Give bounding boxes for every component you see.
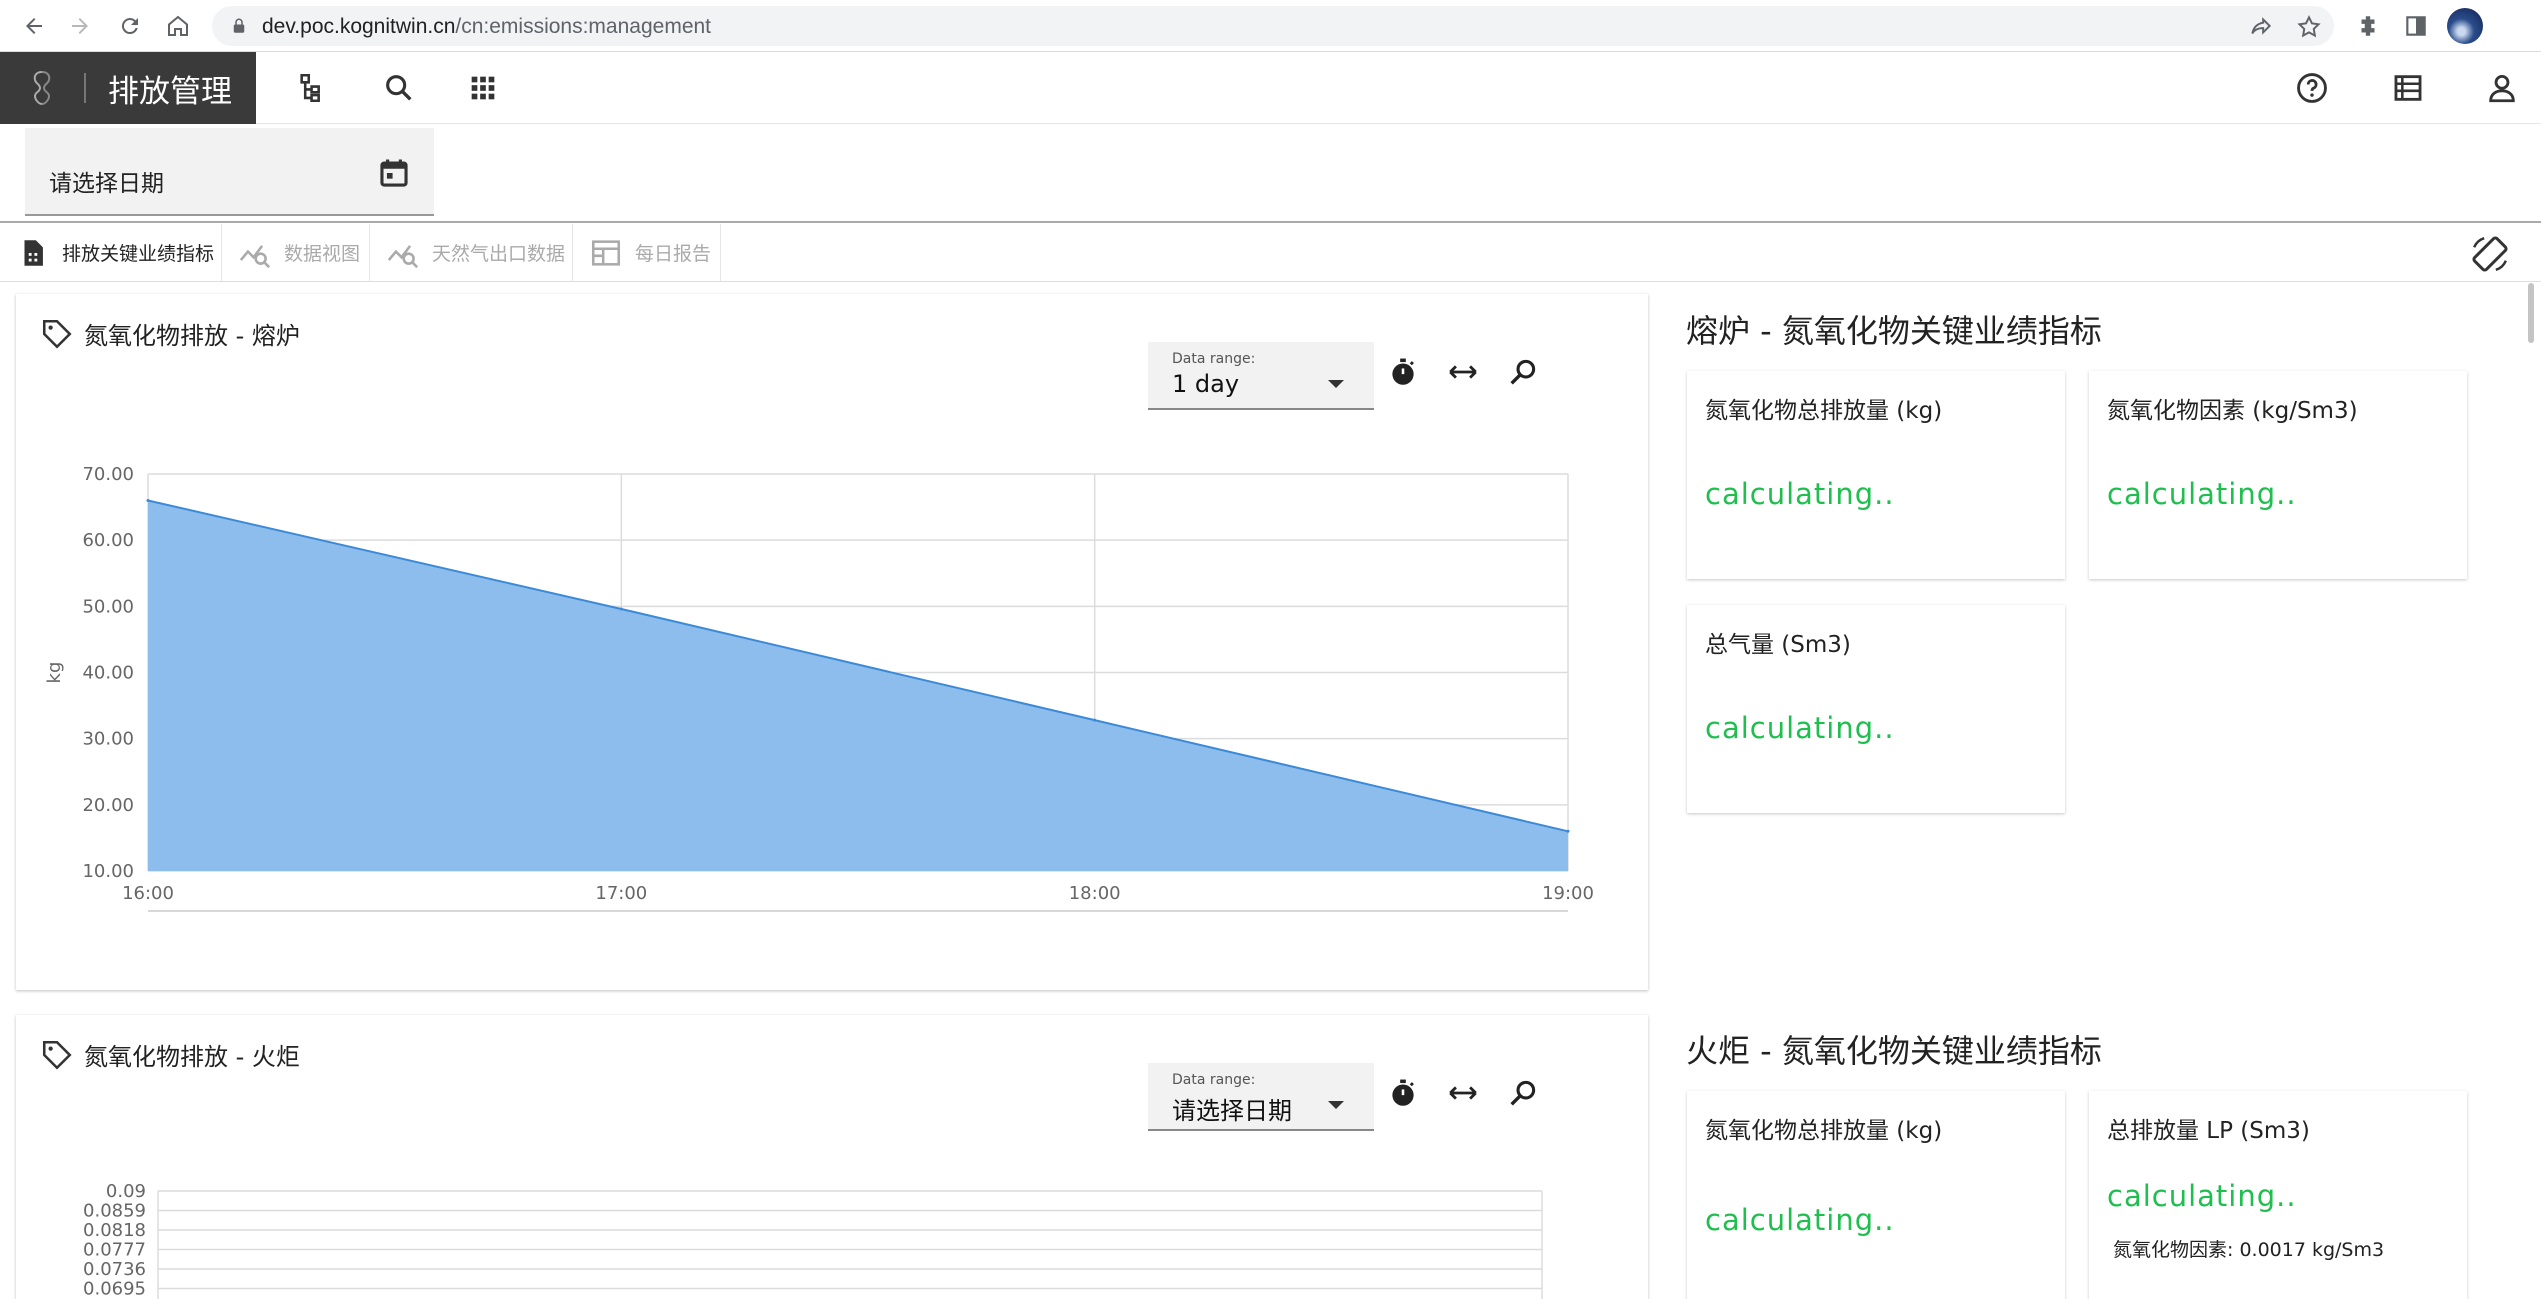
tab-kpi[interactable]: 排放关键业绩指标 xyxy=(0,224,222,281)
list-view-icon[interactable] xyxy=(2389,69,2427,107)
url-text: dev.poc.kognitwin.cn/cn:emissions:manage… xyxy=(262,15,712,38)
help-icon[interactable] xyxy=(2293,69,2331,107)
y-axis-label: kg xyxy=(44,662,65,684)
chart-panel-furnace: 氮氧化物排放 - 熔炉 Data range: 1 day 70.00 60.00… xyxy=(16,294,1648,990)
y-tick-label: 0.0695 xyxy=(83,1279,146,1299)
tab-label: 天然气出口数据 xyxy=(432,243,566,265)
kpi-card: 氮氧化物总排放量 (kg) calculating.. xyxy=(1687,1091,2065,1299)
kpi-heading-furnace: 熔炉 - 氮氧化物关键业绩指标 xyxy=(1686,312,2102,350)
chart-panel-flare: 氮氧化物排放 - 火炬 Data range: 请选择日期 0.09 0.0859… xyxy=(16,1015,1648,1299)
y-tick-label: 0.0777 xyxy=(83,1240,146,1261)
flare-emissions-chart[interactable]: 0.090.08590.08180.07770.07360.0695 xyxy=(16,1015,1648,1299)
kpi-title: 氮氧化物总排放量 (kg) xyxy=(1705,398,1943,424)
hierarchy-icon[interactable] xyxy=(294,69,332,107)
kpi-card: 氮氧化物因素 (kg/Sm3) calculating.. xyxy=(2089,371,2467,579)
y-tick-label: 0.0818 xyxy=(83,1220,146,1241)
tab-label: 排放关键业绩指标 xyxy=(62,243,215,265)
forward-icon[interactable] xyxy=(62,8,98,44)
kpi-heading-flare: 火炬 - 氮氧化物关键业绩指标 xyxy=(1686,1032,2102,1070)
kpi-title: 总气量 (Sm3) xyxy=(1705,632,1851,658)
bookmark-star-icon[interactable] xyxy=(2296,14,2322,40)
kpi-value: calculating.. xyxy=(1705,477,1895,511)
y-tick-label: 0.0859 xyxy=(83,1201,146,1222)
y-tick-label: 20.00 xyxy=(82,795,134,816)
data-point xyxy=(1566,829,1570,833)
kpi-value: calculating.. xyxy=(2107,477,2297,511)
kpi-value: calculating.. xyxy=(1705,1203,1895,1237)
app-title: 排放管理 xyxy=(108,73,232,110)
app-header: 排放管理 xyxy=(0,52,2541,124)
lock-icon xyxy=(233,18,245,33)
furnace-emissions-chart[interactable]: 70.00 60.00 50.00 40.00 30.00 20.00 10.0016:00… xyxy=(16,294,1648,990)
search-icon[interactable] xyxy=(380,69,418,107)
date-placeholder: 请选择日期 xyxy=(49,171,164,197)
view-tabs: 排放关键业绩指标 数据视图 天然气出口数据 每日报告 xyxy=(0,224,2541,282)
profile-avatar[interactable] xyxy=(2447,8,2483,44)
app-logo-icon[interactable] xyxy=(0,52,84,124)
kpi-title: 氮氧化物总排放量 (kg) xyxy=(1705,1118,1943,1144)
x-tick-label: 16:00 xyxy=(122,883,174,904)
tab-daily-report[interactable]: 每日报告 xyxy=(573,224,721,281)
account-icon[interactable] xyxy=(2483,69,2521,107)
y-tick-label: 40.00 xyxy=(82,663,134,684)
date-picker-field[interactable]: 请选择日期 xyxy=(25,128,434,216)
address-bar[interactable]: dev.poc.kognitwin.cn/cn:emissions:manage… xyxy=(212,6,2334,46)
chart-search-icon xyxy=(387,244,419,268)
y-tick-label: 0.09 xyxy=(106,1181,146,1202)
x-tick-label: 19:00 xyxy=(1542,883,1594,904)
y-tick-label: 30.00 xyxy=(82,729,134,750)
kpi-subtext: 氮氧化物因素: 0.0017 kg/Sm3 xyxy=(2113,1239,2385,1261)
table-icon xyxy=(591,239,621,266)
kpi-title: 总排放量 LP (Sm3) xyxy=(2107,1118,2310,1144)
tab-data-view[interactable]: 数据视图 xyxy=(222,224,370,281)
chart-search-icon xyxy=(239,244,271,268)
y-tick-label: 50.00 xyxy=(82,596,134,617)
kpi-card: 总气量 (Sm3) calculating.. xyxy=(1687,605,2065,813)
tab-label: 数据视图 xyxy=(284,243,361,265)
tab-gas-export[interactable]: 天然气出口数据 xyxy=(370,224,573,281)
apps-grid-icon[interactable] xyxy=(464,69,502,107)
data-point xyxy=(619,607,623,611)
area-series-fill xyxy=(148,500,1568,871)
y-tick-label: 70.00 xyxy=(82,464,134,485)
extensions-icon[interactable] xyxy=(2355,13,2381,39)
x-tick-label: 18:00 xyxy=(1069,883,1121,904)
brand-block: 排放管理 xyxy=(0,52,256,124)
date-strip: 请选择日期 xyxy=(0,124,2541,223)
kpi-value: calculating.. xyxy=(2107,1179,2297,1213)
kpi-value: calculating.. xyxy=(1705,711,1895,745)
reload-icon[interactable] xyxy=(112,8,148,44)
kpi-card: 氮氧化物总排放量 (kg) calculating.. xyxy=(1687,371,2065,579)
home-icon[interactable] xyxy=(160,8,196,44)
kpi-title: 氮氧化物因素 (kg/Sm3) xyxy=(2107,398,2358,424)
tab-label: 每日报告 xyxy=(635,243,712,265)
sim-card-icon xyxy=(24,239,43,266)
calendar-icon[interactable] xyxy=(377,156,411,190)
side-panel-icon[interactable] xyxy=(2403,13,2429,39)
share-icon[interactable] xyxy=(2248,14,2274,40)
data-point xyxy=(146,498,150,502)
data-point xyxy=(1093,718,1097,722)
back-icon[interactable] xyxy=(16,8,52,44)
y-tick-label: 60.00 xyxy=(82,530,134,551)
page-scrollbar[interactable] xyxy=(2528,283,2534,343)
x-tick-label: 17:00 xyxy=(595,883,647,904)
kpi-card: 总排放量 LP (Sm3) calculating.. 氮氧化物因素: 0.00… xyxy=(2089,1091,2467,1299)
rotate-screen-icon[interactable] xyxy=(2470,234,2510,274)
brand-divider xyxy=(84,73,86,103)
y-tick-label: 10.00 xyxy=(82,861,134,882)
y-tick-label: 0.0736 xyxy=(83,1259,146,1280)
browser-toolbar: dev.poc.kognitwin.cn/cn:emissions:manage… xyxy=(0,0,2541,52)
